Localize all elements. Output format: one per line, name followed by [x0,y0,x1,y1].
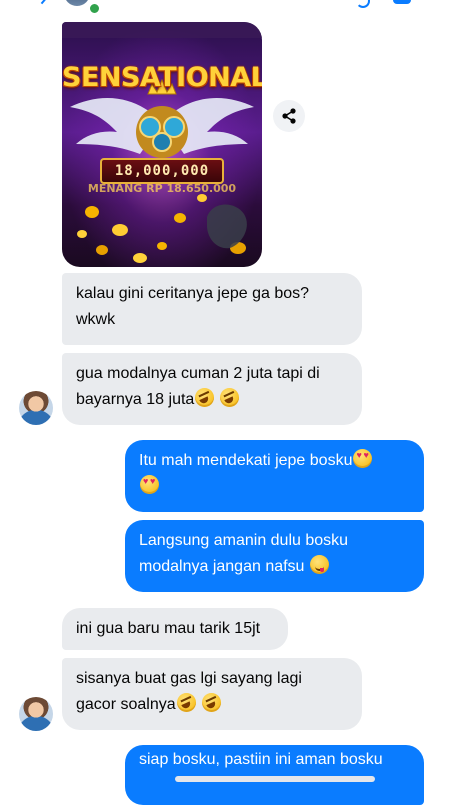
back-arrow-icon[interactable] [34,0,48,5]
sender-avatar[interactable] [19,697,53,731]
message-bubble-incoming[interactable]: gua modalnya cuman 2 juta tapi di bayarn… [62,353,362,425]
message-line: Itu mah mendekati jepe bosku [139,452,353,469]
message-line: Langsung amanin dulu bosku [139,532,349,549]
message-bubble-incoming[interactable]: sisanya buat gas lgi sayang lagi gacor s… [62,658,362,730]
online-status-dot [88,2,101,15]
message-line: modalnya jangan nafsu [139,558,305,575]
message-line: sisanya buat gas lgi sayang lagi [76,670,302,687]
game-artwork [62,22,262,263]
message-line: gacor soalnya [76,696,176,713]
win-headline: SENSATIONAL! [62,62,262,93]
message-line: bayarnya 18 juta [76,391,195,408]
share-icon [282,108,296,124]
message-bubble-outgoing[interactable]: Langsung amanin dulu bosku modalnya jang… [125,520,424,592]
rofl-emoji-icon [201,693,221,712]
rofl-emoji-icon [195,388,215,407]
shared-game-image[interactable]: SENSATIONAL! 18,000,000 MENANG RP 18.650… [62,22,262,267]
win-meter-text: MENANG RP 18.650.000 [87,182,237,195]
share-button[interactable] [273,100,305,132]
phone-call-icon[interactable] [356,0,370,8]
heart-eyes-emoji-icon [140,475,159,494]
message-bubble-outgoing[interactable]: siap bosku, pastiin ini aman bosku [125,745,424,805]
rofl-emoji-icon [220,388,240,407]
win-amount: 18,000,000 [114,163,210,179]
win-amount-panel: 18,000,000 [100,158,224,184]
contact-avatar[interactable] [64,0,90,6]
message-bubble-incoming[interactable]: ini gua baru mau tarik 15jt [62,608,288,650]
message-line: kalau gini ceritanya jepe ga bos? [76,285,310,302]
composer-edge [175,776,375,782]
message-line: gua modalnya cuman 2 juta tapi di [76,365,320,382]
rofl-emoji-icon [176,693,196,712]
message-line: wkwk [76,311,116,328]
video-call-icon[interactable] [393,0,411,4]
face-savoring-food-emoji-icon [309,555,329,574]
message-line: ini gua baru mau tarik 15jt [76,620,261,637]
sender-avatar[interactable] [19,391,53,425]
heart-eyes-emoji-icon [353,449,373,468]
message-bubble-incoming[interactable]: kalau gini ceritanya jepe ga bos? wkwk [62,273,362,345]
message-line: siap bosku, pastiin ini aman bosku [139,751,383,768]
message-bubble-outgoing[interactable]: Itu mah mendekati jepe bosku [125,440,424,512]
